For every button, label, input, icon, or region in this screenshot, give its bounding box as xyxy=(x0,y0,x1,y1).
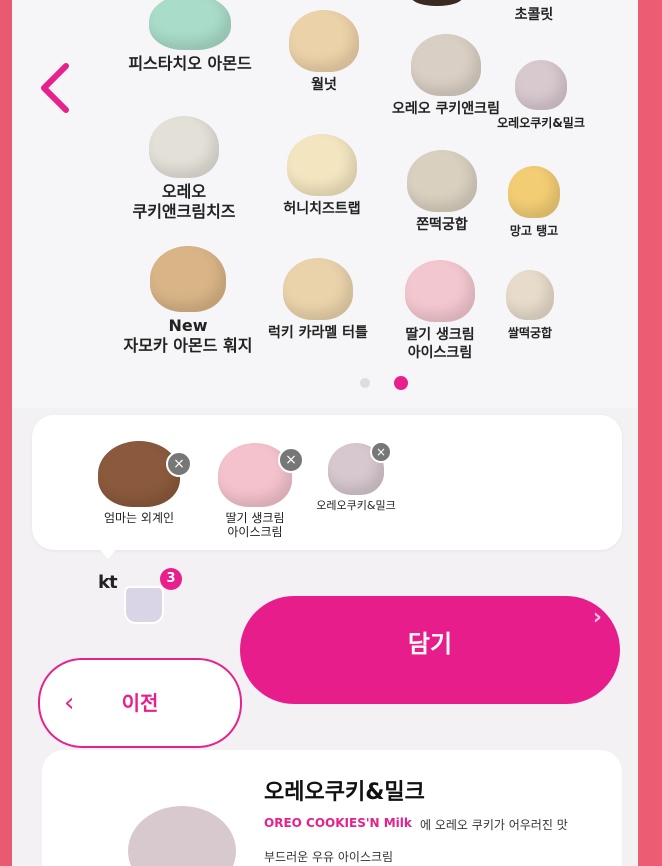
selected-flavor-item[interactable]: 엄마는 외계인 × xyxy=(84,441,194,525)
detail-title: 오레오쿠키&밀크 xyxy=(264,780,425,805)
flavor-detail-card: 오레오쿠키&밀크 OREO COOKIES'N Milk 에 오레오 쿠키가 어… xyxy=(42,750,622,866)
cart-summary[interactable]: kt 3 xyxy=(98,568,182,624)
selected-flavor-item[interactable]: 오레오쿠키&밀크 × xyxy=(296,441,416,513)
flavor-scoop-image xyxy=(407,150,477,212)
flavor-scoop-image xyxy=(289,10,359,72)
chevron-left-icon: ‹ xyxy=(64,688,75,718)
add-button-label: 담기 xyxy=(407,630,453,658)
back-chevron-icon[interactable] xyxy=(34,60,78,116)
flavor-item-chocolate[interactable]: 초콜릿 xyxy=(454,6,614,24)
detail-scoop-image xyxy=(128,806,236,866)
flavor-label: 망고 탱고 xyxy=(509,224,559,238)
flavor-scoop-image xyxy=(508,166,560,218)
flavor-label: 오레오 쿠키앤크림치즈 xyxy=(132,182,236,221)
flavor-item-oreo-cookies-cream-cheese[interactable]: 오레오 쿠키앤크림치즈 xyxy=(104,116,264,222)
flavor-scoop-image xyxy=(506,270,554,320)
flavor-item-mango-tango[interactable]: 망고 탱고 xyxy=(474,166,594,240)
add-to-cart-button[interactable]: 담기 › xyxy=(240,596,620,704)
remove-flavor-button[interactable]: × xyxy=(166,451,192,477)
flavor-scoop-image xyxy=(515,60,567,110)
selected-flavors-panel: 엄마는 외계인 × 딸기 생크림 아이스크림 × 오레오쿠키&밀크 × xyxy=(32,415,622,559)
flavor-scoop-image xyxy=(287,134,357,196)
kiosk-screen: 초콜릿 피스타치오 아몬드 월넛 오레오 쿠키앤크림 오레오쿠키&밀크 오레오 … xyxy=(12,0,638,866)
selected-flavor-label: 딸기 생크림 아이스크림 xyxy=(225,511,285,539)
flavor-item-oreo-cookies-milk[interactable]: 오레오쿠키&밀크 xyxy=(476,60,606,132)
flavor-item-ssalddeok[interactable]: 쌀떡궁합 xyxy=(470,270,590,342)
selected-flavor-label: 엄마는 외계인 xyxy=(103,511,175,525)
flavor-scoop-image xyxy=(405,260,475,322)
panel-pointer xyxy=(96,545,120,559)
cup-icon xyxy=(124,586,164,624)
chevron-right-icon: › xyxy=(592,605,602,630)
flavor-label: 쌀떡궁합 xyxy=(507,326,553,340)
detail-subtitle: OREO COOKIES'N Milk xyxy=(264,816,412,830)
flavor-scoop-image xyxy=(149,0,231,50)
selected-flavor-scoop-image xyxy=(98,441,180,507)
previous-button[interactable]: ‹ 이전 xyxy=(38,658,242,748)
flavor-scoop-image xyxy=(150,246,226,312)
pager-dot-active[interactable] xyxy=(394,376,408,390)
selected-flavor-item[interactable]: 딸기 생크림 아이스크림 × xyxy=(200,443,310,539)
remove-flavor-button[interactable]: × xyxy=(370,441,392,463)
kt-logo: kt xyxy=(98,572,118,593)
cart-count-badge: 3 xyxy=(160,568,182,590)
flavor-menu-grid: 초콜릿 피스타치오 아몬드 월넛 오레오 쿠키앤크림 오레오쿠키&밀크 오레오 … xyxy=(12,0,638,408)
selected-flavor-label: 오레오쿠키&밀크 xyxy=(316,499,396,512)
flavor-scoop-image xyxy=(149,116,219,178)
pager-dot[interactable] xyxy=(360,378,370,388)
detail-description: 에 오레오 쿠키가 어우러진 맛 xyxy=(420,818,568,832)
flavor-scoop-image xyxy=(283,258,353,320)
flavor-label: 오레오쿠키&밀크 xyxy=(497,116,585,130)
flavor-scoop-image xyxy=(411,34,481,96)
previous-button-label: 이전 xyxy=(121,691,159,715)
flavor-label: 초콜릿 xyxy=(514,7,554,23)
detail-description-2: 부드러운 우유 아이스크림 xyxy=(264,850,394,864)
